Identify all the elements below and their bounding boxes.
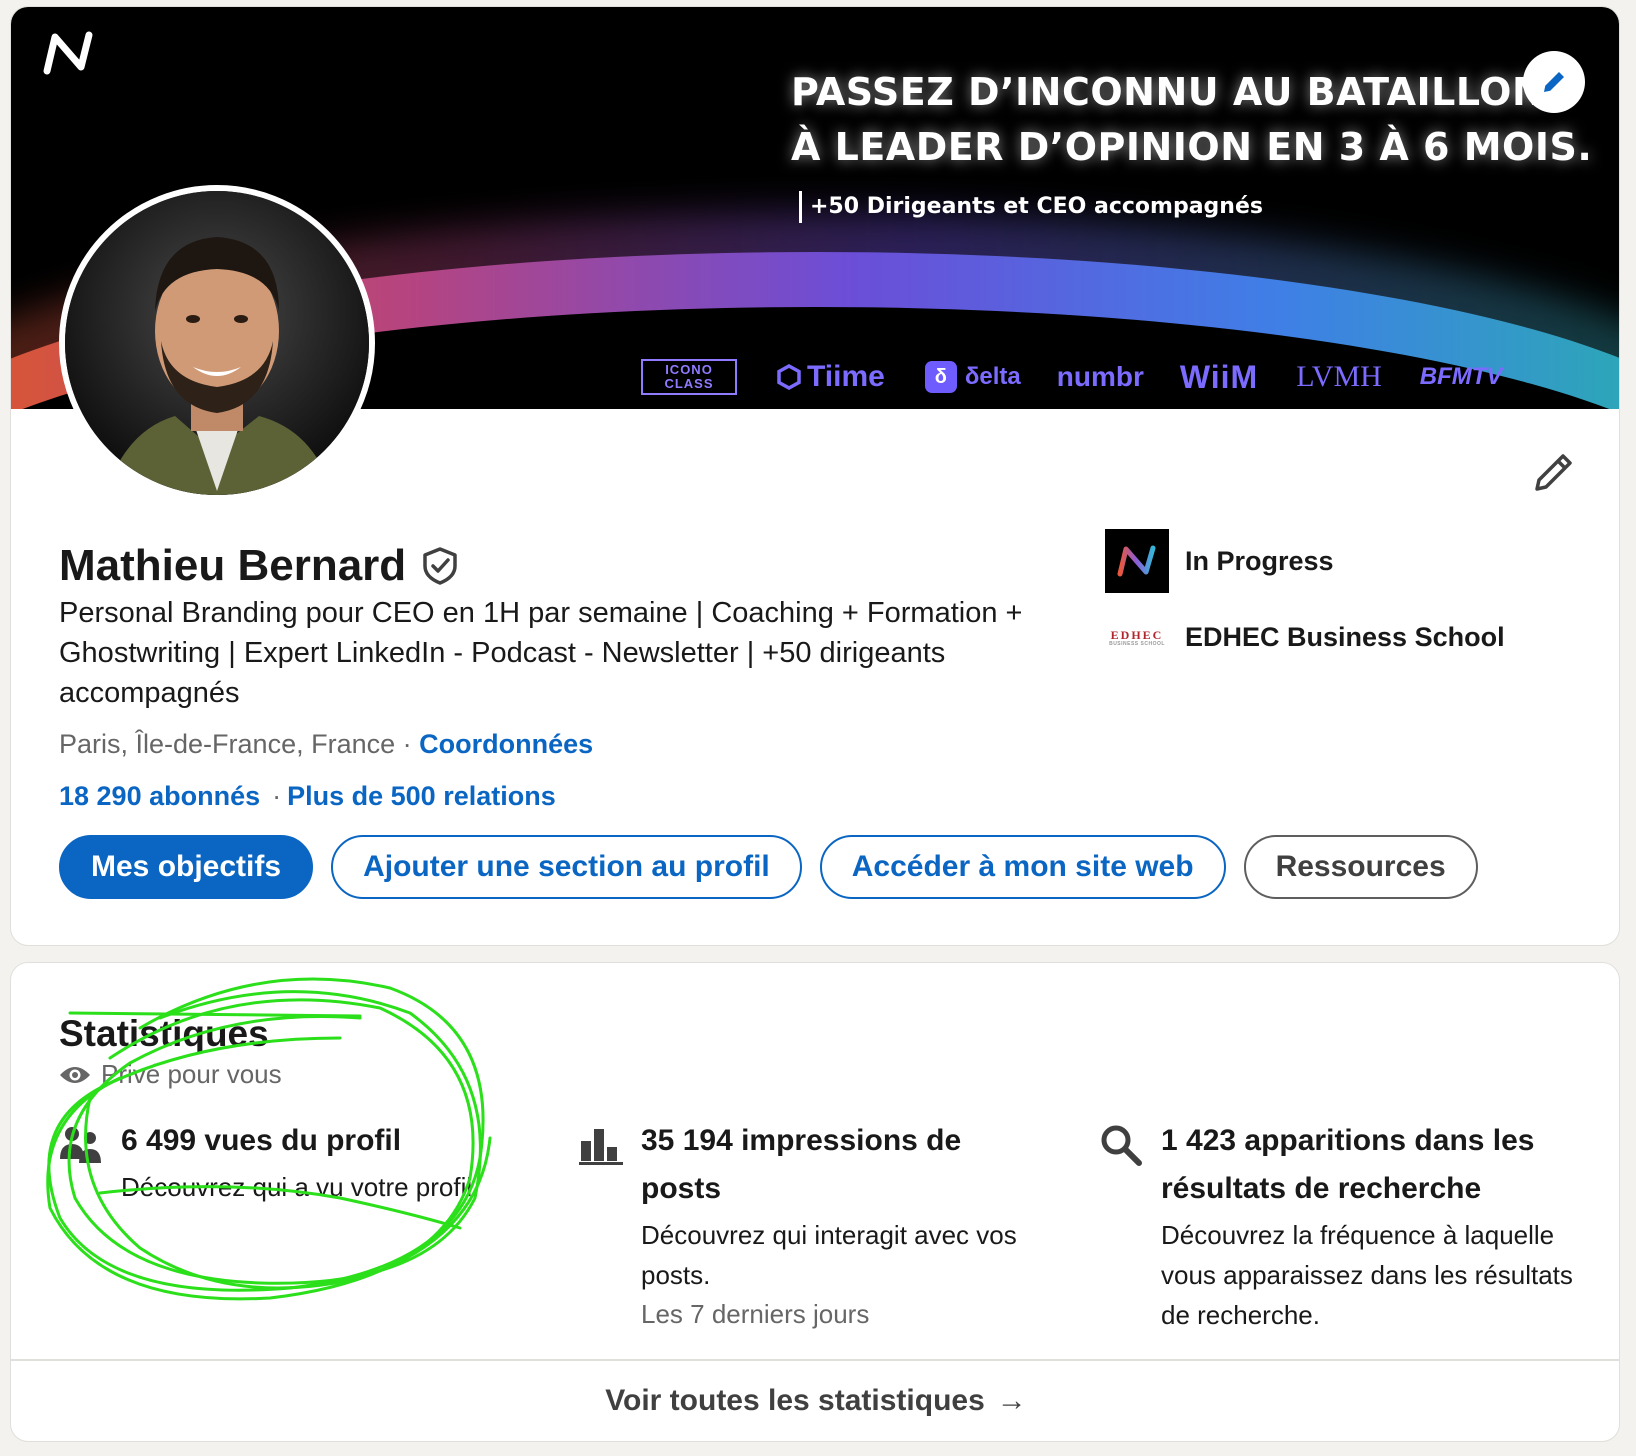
pencil-icon <box>1544 72 1564 92</box>
lvmh-logo: LVMH <box>1296 360 1382 393</box>
tiime-logo-text: Tiime <box>807 360 885 393</box>
arrow-right-icon: → <box>996 1384 1027 1417</box>
affiliation-school[interactable]: EDHEC BUSINESS SCHOOL EDHEC Business Sch… <box>1105 622 1505 653</box>
numbr-logo: numbr <box>1056 361 1144 392</box>
verified-shield-icon[interactable] <box>420 546 460 586</box>
profile-avatar[interactable] <box>59 185 375 501</box>
delta-logo: δ δelta <box>924 361 1021 393</box>
show-all-analytics-link[interactable]: Voir toutes les statistiques → <box>11 1361 1619 1441</box>
contact-info-link[interactable]: Coordonnées <box>419 729 593 759</box>
banner-headline-line-2: À LEADER D’OPINION EN 3 À 6 MOIS. <box>791 125 1593 169</box>
affiliation-company-name: In Progress <box>1185 545 1334 576</box>
resources-button[interactable]: Ressources <box>1243 835 1478 899</box>
banner-subhead: +50 Dirigeants et CEO accompagnés <box>799 191 1263 223</box>
profile-name: Mathieu Bernard <box>59 541 407 590</box>
hexagon-icon <box>777 364 801 390</box>
connections-link[interactable]: Plus de 500 relations <box>287 781 556 811</box>
add-profile-section-button[interactable]: Ajouter une section au profil <box>331 835 802 899</box>
edit-profile-pencil-icon[interactable] <box>1529 447 1579 497</box>
edhec-logo-subtext: BUSINESS SCHOOL <box>1109 640 1165 647</box>
in-progress-logo <box>1105 529 1169 593</box>
post-impressions-value: 35 194 impressions de posts <box>641 1124 962 1205</box>
search-appearances-stat[interactable]: 1 423 apparitions dans les résultats de … <box>1099 1117 1579 1335</box>
profile-views-description: Découvrez qui a vu votre profil. <box>121 1172 480 1202</box>
counts-separator: · <box>272 781 282 811</box>
profile-counts-row: 18 290 abonnés · Plus de 500 relations <box>59 781 556 812</box>
profile-views-value: 6 499 vues du profil <box>121 1124 402 1157</box>
analytics-privacy-note: Privé pour vous <box>59 1059 282 1090</box>
post-impressions-body: 35 194 impressions de posts Découvrez qu… <box>641 1117 1039 1333</box>
profile-views-body: 6 499 vues du profil Découvrez qui a vu … <box>121 1117 529 1207</box>
profile-name-row: Mathieu Bernard <box>59 541 460 591</box>
people-icon <box>60 1127 101 1163</box>
banner-headline: PASSEZ D’INCONNU AU BATAILLON À LEADER D… <box>791 65 1592 175</box>
profile-views-stat[interactable]: 6 499 vues du profil Découvrez qui a vu … <box>59 1117 529 1207</box>
post-impressions-description: Découvrez qui interagit avec vos posts. <box>641 1220 1017 1290</box>
in-progress-logo-mark <box>1117 545 1156 577</box>
my-goals-button[interactable]: Mes objectifs <box>59 835 314 899</box>
edhec-logo: EDHEC BUSINESS SCHOOL <box>1105 623 1169 653</box>
search-appearances-description: Découvrez la fréquence à laquelle vous a… <box>1161 1220 1573 1330</box>
iconoclass-logo-line-2: CLASS <box>664 376 714 391</box>
edit-banner-button[interactable] <box>1523 51 1585 113</box>
search-appearances-value: 1 423 apparitions dans les résultats de … <box>1161 1124 1535 1205</box>
bfmtv-logo: BFMTV <box>1419 363 1503 390</box>
profile-actions: Mes objectifs Ajouter une section au pro… <box>59 835 1478 899</box>
profile-headline: Personal Branding pour CEO en 1H par sem… <box>59 597 1023 709</box>
affiliation-school-name: EDHEC Business School <box>1185 622 1505 652</box>
analytics-card: Statistiques Privé pour vous 6 499 vues … <box>10 962 1620 1442</box>
analytics-privacy-text: Privé pour vous <box>101 1059 282 1089</box>
profile-card: PASSEZ D’INCONNU AU BATAILLON À LEADER D… <box>10 6 1620 946</box>
profile-location-row: Paris, Île-de-France, France · Coordonné… <box>59 729 593 760</box>
affiliation-current-company[interactable]: In Progress <box>1105 529 1334 593</box>
wiim-logo: WiiM <box>1179 358 1259 395</box>
delta-logo-text: δelta <box>964 363 1021 390</box>
edhec-logo-text: EDHEC <box>1110 627 1164 642</box>
banner-headline-line-1: PASSEZ D’INCONNU AU BATAILLON <box>791 70 1545 114</box>
post-impressions-stat[interactable]: 35 194 impressions de posts Découvrez qu… <box>579 1117 1039 1333</box>
profile-location: Paris, Île-de-France, France <box>59 729 396 759</box>
iconoclass-logo-line-1: ICONO <box>665 362 713 377</box>
iconoclass-logo: ICONO CLASS <box>641 359 737 395</box>
search-icon <box>1101 1125 1142 1166</box>
followers-link[interactable]: 18 290 abonnés <box>59 781 260 811</box>
banner-client-logos: ICONO CLASS Tiime δ δelta numbr WiiM LVM… <box>641 352 1502 402</box>
post-impressions-period: Les 7 derniers jours <box>641 1299 870 1329</box>
bar-chart-icon <box>579 1129 623 1165</box>
visit-website-button[interactable]: Accéder à mon site web <box>819 835 1226 899</box>
tiime-logo: Tiime <box>777 360 885 394</box>
search-appearances-body: 1 423 apparitions dans les résultats de … <box>1161 1117 1579 1335</box>
location-separator: · <box>395 729 420 759</box>
brand-logo-icon <box>43 31 93 75</box>
eye-icon <box>60 1066 90 1083</box>
avatar-portrait <box>65 191 369 495</box>
delta-logo-mark: δ <box>924 361 957 393</box>
show-all-analytics-label: Voir toutes les statistiques <box>605 1384 985 1417</box>
analytics-title: Statistiques <box>59 1013 269 1054</box>
